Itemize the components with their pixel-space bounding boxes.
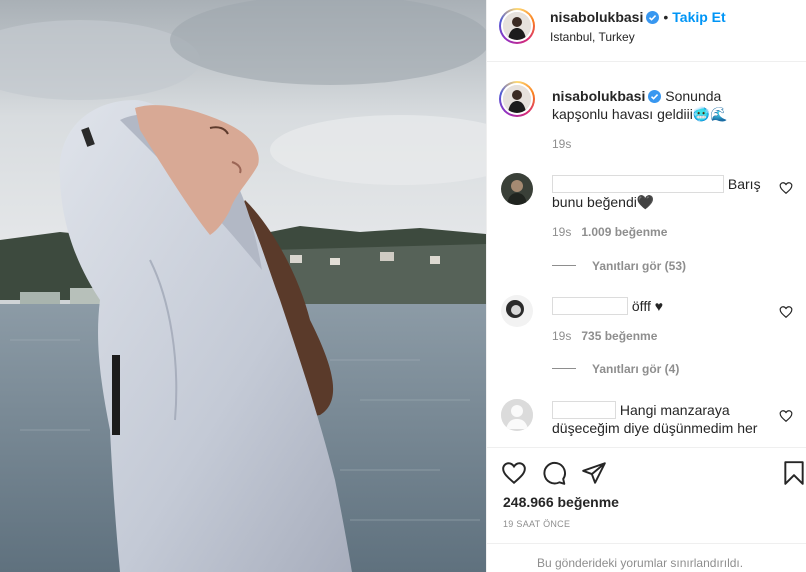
header-separator: • xyxy=(663,9,669,25)
caption-username[interactable]: nisabolukbasi xyxy=(552,88,645,104)
comment-text-block: öfff ♥ xyxy=(552,297,780,315)
post-timestamp[interactable]: 19 SAAT ÖNCE xyxy=(503,519,570,529)
heart-icon[interactable] xyxy=(501,460,527,486)
view-replies-label: Yanıtları gör (53) xyxy=(592,259,687,273)
comment-like-heart-icon[interactable] xyxy=(779,305,793,319)
view-replies-button[interactable]: Yanıtları gör (4) xyxy=(552,362,679,376)
comment-like-heart-icon[interactable] xyxy=(779,181,793,195)
post-like-count[interactable]: 248.966 beğenme xyxy=(503,494,619,510)
post-photo xyxy=(0,0,486,572)
paper-plane-icon[interactable] xyxy=(581,460,607,486)
comment-text-block: Barış bunu beğendi🖤 xyxy=(552,175,780,211)
bookmark-icon[interactable] xyxy=(781,460,806,486)
caption-time: 19s xyxy=(552,137,572,151)
comment-bubble-icon[interactable] xyxy=(541,460,567,486)
restricted-comments-bar: Bu gönderideki yorumlar sınırlandırıldı. xyxy=(487,543,806,572)
comment-meta: 19s 735 beğenme xyxy=(552,329,657,343)
comment-like-count[interactable]: 735 beğenme xyxy=(581,329,657,343)
commenter-avatar[interactable] xyxy=(501,295,533,327)
hidden-username[interactable] xyxy=(552,297,628,315)
follow-button[interactable]: Takip Et xyxy=(672,9,725,25)
post-header: nisabolukbasi • Takip Et Istanbul, Turkey xyxy=(487,0,806,62)
comment-text: öfff ♥ xyxy=(631,298,664,314)
comment-text-block: Hangi manzaraya düşeceğim diye düşünmedi… xyxy=(552,401,780,437)
hidden-username[interactable] xyxy=(552,401,616,419)
restricted-comments-notice: Bu gönderideki yorumlar sınırlandırıldı. xyxy=(537,556,744,570)
comments-list[interactable]: nisabolukbasi Sonunda kapşonlu havası ge… xyxy=(487,63,806,446)
caption-text-block: nisabolukbasi Sonunda kapşonlu havası ge… xyxy=(552,87,780,123)
post-actions-section: 248.966 beğenme 19 SAAT ÖNCE Bu gönderid… xyxy=(487,447,806,572)
view-replies-label: Yanıtları gör (4) xyxy=(592,362,680,376)
comment-time: 19s xyxy=(552,329,572,343)
comment-time: 19s xyxy=(552,225,572,239)
post-location[interactable]: Istanbul, Turkey xyxy=(550,30,635,44)
verified-badge-icon xyxy=(648,90,662,103)
post-side-panel: nisabolukbasi • Takip Et Istanbul, Turkey … xyxy=(486,0,806,572)
replies-divider xyxy=(552,368,576,369)
verified-badge-icon xyxy=(646,11,660,24)
author-avatar[interactable] xyxy=(499,8,535,44)
replies-divider xyxy=(552,265,576,266)
hidden-username[interactable] xyxy=(552,175,724,193)
comment-meta: 19s 1.009 beğenme xyxy=(552,225,667,239)
caption-author-avatar[interactable] xyxy=(499,81,535,117)
default-avatar-icon[interactable] xyxy=(501,399,533,431)
commenter-avatar[interactable] xyxy=(501,173,533,205)
post-image-illustration xyxy=(0,0,486,572)
comment-like-heart-icon[interactable] xyxy=(779,409,793,423)
author-username[interactable]: nisabolukbasi xyxy=(550,9,643,25)
header-top-line: nisabolukbasi • Takip Et xyxy=(550,9,726,25)
view-replies-button[interactable]: Yanıtları gör (53) xyxy=(552,259,686,273)
comment-like-count[interactable]: 1.009 beğenme xyxy=(581,225,667,239)
